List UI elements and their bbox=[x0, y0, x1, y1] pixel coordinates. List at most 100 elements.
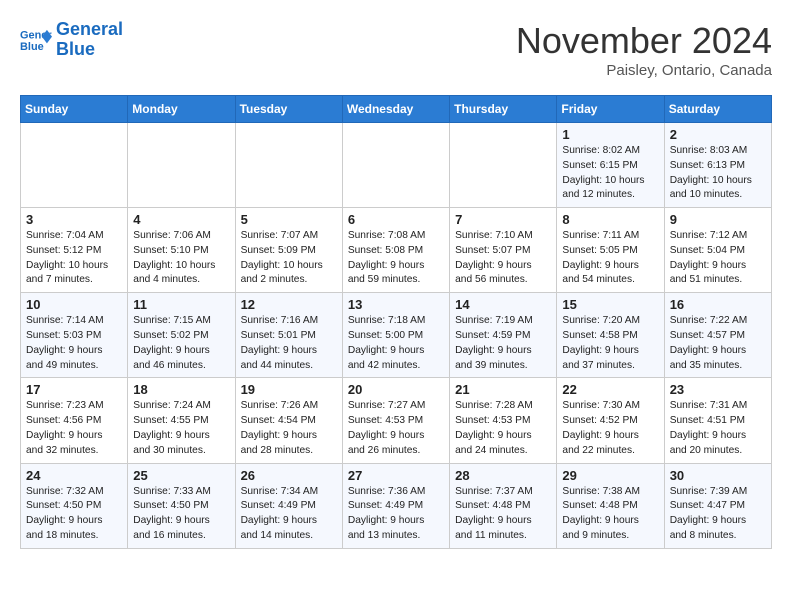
logo: General Blue General Blue bbox=[20, 20, 123, 60]
title-block: November 2024 Paisley, Ontario, Canada bbox=[516, 20, 772, 79]
calendar-cell: 8Sunrise: 7:11 AM Sunset: 5:05 PM Daylig… bbox=[557, 208, 664, 293]
calendar-cell: 5Sunrise: 7:07 AM Sunset: 5:09 PM Daylig… bbox=[235, 208, 342, 293]
day-number: 15 bbox=[562, 297, 658, 312]
header-saturday: Saturday bbox=[664, 96, 771, 123]
day-number: 26 bbox=[241, 468, 337, 483]
day-info: Sunrise: 7:27 AM Sunset: 4:53 PM Dayligh… bbox=[348, 399, 444, 458]
day-info: Sunrise: 8:02 AM Sunset: 6:15 PM Dayligh… bbox=[562, 144, 658, 203]
calendar-cell: 7 Sunrise: 7:10 AM Sunset: 5:07 PM Daylig… bbox=[450, 208, 557, 293]
day-info: Sunrise: 7:26 AM Sunset: 4:54 PM Dayligh… bbox=[241, 399, 337, 458]
calendar-cell bbox=[128, 123, 235, 208]
day-info: Sunrise: 7:06 AM Sunset: 5:10 PM Dayligh… bbox=[133, 229, 229, 288]
day-info: Sunrise: 7:18 AM Sunset: 5:00 PM Dayligh… bbox=[348, 314, 444, 373]
calendar-cell: 30 Sunrise: 7:39 AM Sunset: 4:47 PM Dayli… bbox=[664, 463, 771, 548]
calendar-cell: 17Sunrise: 7:23 AM Sunset: 4:56 PM Dayli… bbox=[21, 378, 128, 463]
calendar-cell: 3 Sunrise: 7:04 AM Sunset: 5:12 PM Daylig… bbox=[21, 208, 128, 293]
day-number: 7 bbox=[455, 212, 551, 227]
calendar-week-2: 3 Sunrise: 7:04 AM Sunset: 5:12 PM Daylig… bbox=[21, 208, 772, 293]
day-info: Sunrise: 7:08 AM Sunset: 5:08 PM Dayligh… bbox=[348, 229, 444, 288]
day-number: 30 bbox=[670, 468, 766, 483]
calendar-cell: 9 Sunrise: 7:12 AM Sunset: 5:04 PM Daylig… bbox=[664, 208, 771, 293]
day-info: Sunrise: 7:07 AM Sunset: 5:09 PM Dayligh… bbox=[241, 229, 337, 288]
calendar-cell: 19Sunrise: 7:26 AM Sunset: 4:54 PM Dayli… bbox=[235, 378, 342, 463]
day-number: 12 bbox=[241, 297, 337, 312]
month-title: November 2024 bbox=[516, 20, 772, 62]
calendar-cell: 16Sunrise: 7:22 AM Sunset: 4:57 PM Dayli… bbox=[664, 293, 771, 378]
day-info: Sunrise: 7:31 AM Sunset: 4:51 PM Dayligh… bbox=[670, 399, 766, 458]
calendar-cell: 4 Sunrise: 7:06 AM Sunset: 5:10 PM Daylig… bbox=[128, 208, 235, 293]
calendar-week-3: 10 Sunrise: 7:14 AM Sunset: 5:03 PM Dayli… bbox=[21, 293, 772, 378]
calendar-week-1: 1 Sunrise: 8:02 AM Sunset: 6:15 PM Daylig… bbox=[21, 123, 772, 208]
day-info: Sunrise: 7:34 AM Sunset: 4:49 PM Dayligh… bbox=[241, 485, 337, 544]
header-sunday: Sunday bbox=[21, 96, 128, 123]
day-number: 16 bbox=[670, 297, 766, 312]
day-number: 4 bbox=[133, 212, 229, 227]
page-header: General Blue General Blue November 2024 … bbox=[20, 20, 772, 79]
day-info: Sunrise: 7:04 AM Sunset: 5:12 PM Dayligh… bbox=[26, 229, 122, 288]
day-number: 17 bbox=[26, 382, 122, 397]
day-number: 1 bbox=[562, 127, 658, 142]
header-wednesday: Wednesday bbox=[342, 96, 449, 123]
day-number: 28 bbox=[455, 468, 551, 483]
day-number: 14 bbox=[455, 297, 551, 312]
day-number: 18 bbox=[133, 382, 229, 397]
day-number: 24 bbox=[26, 468, 122, 483]
svg-text:Blue: Blue bbox=[20, 41, 44, 53]
day-number: 6 bbox=[348, 212, 444, 227]
day-info: Sunrise: 7:38 AM Sunset: 4:48 PM Dayligh… bbox=[562, 485, 658, 544]
day-info: Sunrise: 7:32 AM Sunset: 4:50 PM Dayligh… bbox=[26, 485, 122, 544]
calendar-body: 1 Sunrise: 8:02 AM Sunset: 6:15 PM Daylig… bbox=[21, 123, 772, 549]
day-info: Sunrise: 7:39 AM Sunset: 4:47 PM Dayligh… bbox=[670, 485, 766, 544]
day-number: 27 bbox=[348, 468, 444, 483]
calendar-cell bbox=[21, 123, 128, 208]
day-number: 3 bbox=[26, 212, 122, 227]
calendar-cell bbox=[342, 123, 449, 208]
day-number: 22 bbox=[562, 382, 658, 397]
day-info: Sunrise: 7:24 AM Sunset: 4:55 PM Dayligh… bbox=[133, 399, 229, 458]
day-info: Sunrise: 7:37 AM Sunset: 4:48 PM Dayligh… bbox=[455, 485, 551, 544]
day-info: Sunrise: 7:20 AM Sunset: 4:58 PM Dayligh… bbox=[562, 314, 658, 373]
day-number: 11 bbox=[133, 297, 229, 312]
day-info: Sunrise: 7:14 AM Sunset: 5:03 PM Dayligh… bbox=[26, 314, 122, 373]
logo-icon: General Blue bbox=[20, 26, 52, 54]
day-info: Sunrise: 7:10 AM Sunset: 5:07 PM Dayligh… bbox=[455, 229, 551, 288]
day-info: Sunrise: 7:36 AM Sunset: 4:49 PM Dayligh… bbox=[348, 485, 444, 544]
day-info: Sunrise: 7:12 AM Sunset: 5:04 PM Dayligh… bbox=[670, 229, 766, 288]
calendar-cell: 28 Sunrise: 7:37 AM Sunset: 4:48 PM Dayli… bbox=[450, 463, 557, 548]
day-number: 8 bbox=[562, 212, 658, 227]
day-number: 2 bbox=[670, 127, 766, 142]
header-thursday: Thursday bbox=[450, 96, 557, 123]
day-number: 10 bbox=[26, 297, 122, 312]
calendar-cell: 2 Sunrise: 8:03 AM Sunset: 6:13 PM Daylig… bbox=[664, 123, 771, 208]
calendar-header: Sunday Monday Tuesday Wednesday Thursday… bbox=[21, 96, 772, 123]
day-info: Sunrise: 7:15 AM Sunset: 5:02 PM Dayligh… bbox=[133, 314, 229, 373]
location-subtitle: Paisley, Ontario, Canada bbox=[516, 62, 772, 79]
day-info: Sunrise: 7:28 AM Sunset: 4:53 PM Dayligh… bbox=[455, 399, 551, 458]
day-number: 21 bbox=[455, 382, 551, 397]
logo-text: General Blue bbox=[56, 20, 123, 60]
calendar-cell: 23 Sunrise: 7:31 AM Sunset: 4:51 PM Dayli… bbox=[664, 378, 771, 463]
calendar-week-4: 17Sunrise: 7:23 AM Sunset: 4:56 PM Dayli… bbox=[21, 378, 772, 463]
day-info: Sunrise: 8:03 AM Sunset: 6:13 PM Dayligh… bbox=[670, 144, 766, 203]
calendar-cell: 21 Sunrise: 7:28 AM Sunset: 4:53 PM Dayli… bbox=[450, 378, 557, 463]
day-number: 20 bbox=[348, 382, 444, 397]
calendar-cell bbox=[235, 123, 342, 208]
calendar-cell: 10 Sunrise: 7:14 AM Sunset: 5:03 PM Dayli… bbox=[21, 293, 128, 378]
calendar-cell: 29 Sunrise: 7:38 AM Sunset: 4:48 PM Dayli… bbox=[557, 463, 664, 548]
calendar-cell: 22 Sunrise: 7:30 AM Sunset: 4:52 PM Dayli… bbox=[557, 378, 664, 463]
calendar-cell: 6 Sunrise: 7:08 AM Sunset: 5:08 PM Daylig… bbox=[342, 208, 449, 293]
day-info: Sunrise: 7:30 AM Sunset: 4:52 PM Dayligh… bbox=[562, 399, 658, 458]
header-row: Sunday Monday Tuesday Wednesday Thursday… bbox=[21, 96, 772, 123]
calendar-cell: 11 Sunrise: 7:15 AM Sunset: 5:02 PM Dayli… bbox=[128, 293, 235, 378]
calendar-cell: 20 Sunrise: 7:27 AM Sunset: 4:53 PM Dayli… bbox=[342, 378, 449, 463]
calendar-cell bbox=[450, 123, 557, 208]
header-tuesday: Tuesday bbox=[235, 96, 342, 123]
day-number: 29 bbox=[562, 468, 658, 483]
day-info: Sunrise: 7:19 AM Sunset: 4:59 PM Dayligh… bbox=[455, 314, 551, 373]
day-number: 23 bbox=[670, 382, 766, 397]
calendar-table: Sunday Monday Tuesday Wednesday Thursday… bbox=[20, 95, 772, 549]
calendar-week-5: 24 Sunrise: 7:32 AM Sunset: 4:50 PM Dayli… bbox=[21, 463, 772, 548]
calendar-cell: 14 Sunrise: 7:19 AM Sunset: 4:59 PM Dayli… bbox=[450, 293, 557, 378]
day-number: 9 bbox=[670, 212, 766, 227]
calendar-cell: 26 Sunrise: 7:34 AM Sunset: 4:49 PM Dayli… bbox=[235, 463, 342, 548]
